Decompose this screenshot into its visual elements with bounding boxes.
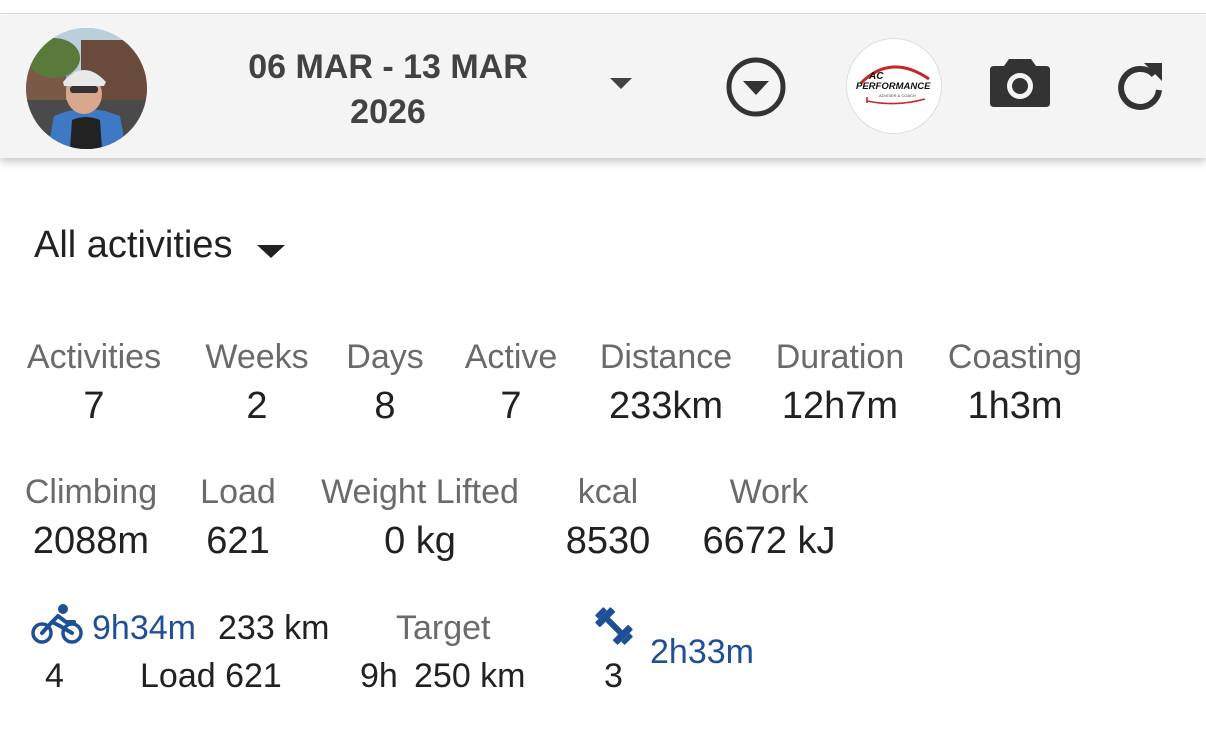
stat-value: 7: [500, 385, 522, 427]
stat-label: Load: [200, 473, 276, 511]
target-distance: 250 km: [414, 657, 526, 695]
stat-value: 8530: [565, 520, 651, 562]
stat-label: Active: [464, 338, 558, 376]
activity-filter-dropdown[interactable]: All activities: [34, 220, 287, 270]
date-range-line2: 2026: [350, 93, 426, 131]
ride-duration: 9h34m: [92, 609, 196, 647]
stat-label: Distance: [599, 338, 733, 376]
stat-kcal: kcal 8530: [552, 471, 664, 563]
ride-load: Load 621: [140, 657, 282, 695]
stat-value: 0 kg: [384, 520, 456, 562]
stat-days: Days 8: [340, 336, 430, 428]
stat-label: Weeks: [205, 338, 309, 376]
ac-performance-logo: AC PERFORMANCE ADVISER & COACH: [856, 65, 931, 105]
stat-label: Days: [346, 338, 424, 376]
stat-weeks: Weeks 2: [198, 336, 316, 428]
activity-filter-label: All activities: [34, 223, 233, 266]
svg-text:PERFORMANCE: PERFORMANCE: [856, 81, 931, 92]
chevron-down-icon: [256, 245, 285, 258]
dumbbell-icon: [595, 607, 633, 645]
stat-label: Weight Lifted: [321, 473, 519, 511]
stat-label: Climbing: [24, 473, 158, 511]
chevron-down-icon: [610, 78, 632, 89]
stat-activities: Activities 7: [18, 336, 170, 428]
stat-label: Activities: [26, 338, 162, 376]
stat-distance: Distance 233km: [590, 336, 742, 428]
camera-icon: [990, 59, 1050, 107]
strength-count: 3: [604, 657, 623, 695]
stat-climbing: Climbing 2088m: [16, 471, 166, 563]
stat-active: Active 7: [456, 336, 566, 428]
stat-label: Work: [729, 473, 809, 511]
avatar[interactable]: [26, 28, 147, 149]
svg-text:ADVISER & COACH: ADVISER & COACH: [879, 93, 916, 98]
refresh-button[interactable]: [1110, 57, 1170, 117]
stat-value: 621: [206, 520, 270, 562]
target-label: Target: [396, 609, 491, 647]
stat-value: 7: [83, 385, 105, 427]
date-range[interactable]: 06 MAR - 13 MAR 2026: [232, 45, 544, 135]
stat-value: 2088m: [32, 520, 150, 562]
stat-load: Load 621: [190, 471, 286, 563]
refresh-icon: [1118, 63, 1162, 110]
status-strip: [0, 0, 1206, 14]
bike-icon: [31, 604, 83, 644]
stat-value: 12h7m: [781, 385, 899, 427]
target-duration: 9h: [360, 657, 398, 695]
app-header: 06 MAR - 13 MAR 2026 AC PERFORMANCE ADVI…: [0, 15, 1206, 158]
ride-count: 4: [45, 657, 64, 695]
stat-label: Coasting: [947, 338, 1083, 376]
stat-value: 1h3m: [967, 385, 1063, 427]
stat-label: Duration: [775, 338, 905, 376]
date-range-line1: 06 MAR - 13 MAR: [248, 48, 528, 86]
date-dropdown-button[interactable]: [598, 63, 644, 103]
stat-work: Work 6672 kJ: [688, 471, 850, 563]
stat-label: kcal: [577, 473, 639, 511]
stat-value: 6672 kJ: [702, 520, 836, 562]
ride-distance: 233 km: [218, 609, 330, 647]
stat-weight-lifted: Weight Lifted 0 kg: [310, 471, 530, 563]
strength-duration: 2h33m: [650, 633, 754, 671]
stat-coasting: Coasting 1h3m: [938, 336, 1092, 428]
stat-duration: Duration 12h7m: [766, 336, 914, 428]
circle-dropdown-icon: [726, 57, 786, 117]
stat-value: 233km: [608, 385, 724, 427]
circle-dropdown-button[interactable]: [724, 55, 788, 119]
stat-value: 8: [374, 385, 396, 427]
camera-button[interactable]: [988, 53, 1052, 113]
coach-logo-button[interactable]: AC PERFORMANCE ADVISER & COACH: [846, 38, 942, 134]
stat-value: 2: [246, 385, 268, 427]
